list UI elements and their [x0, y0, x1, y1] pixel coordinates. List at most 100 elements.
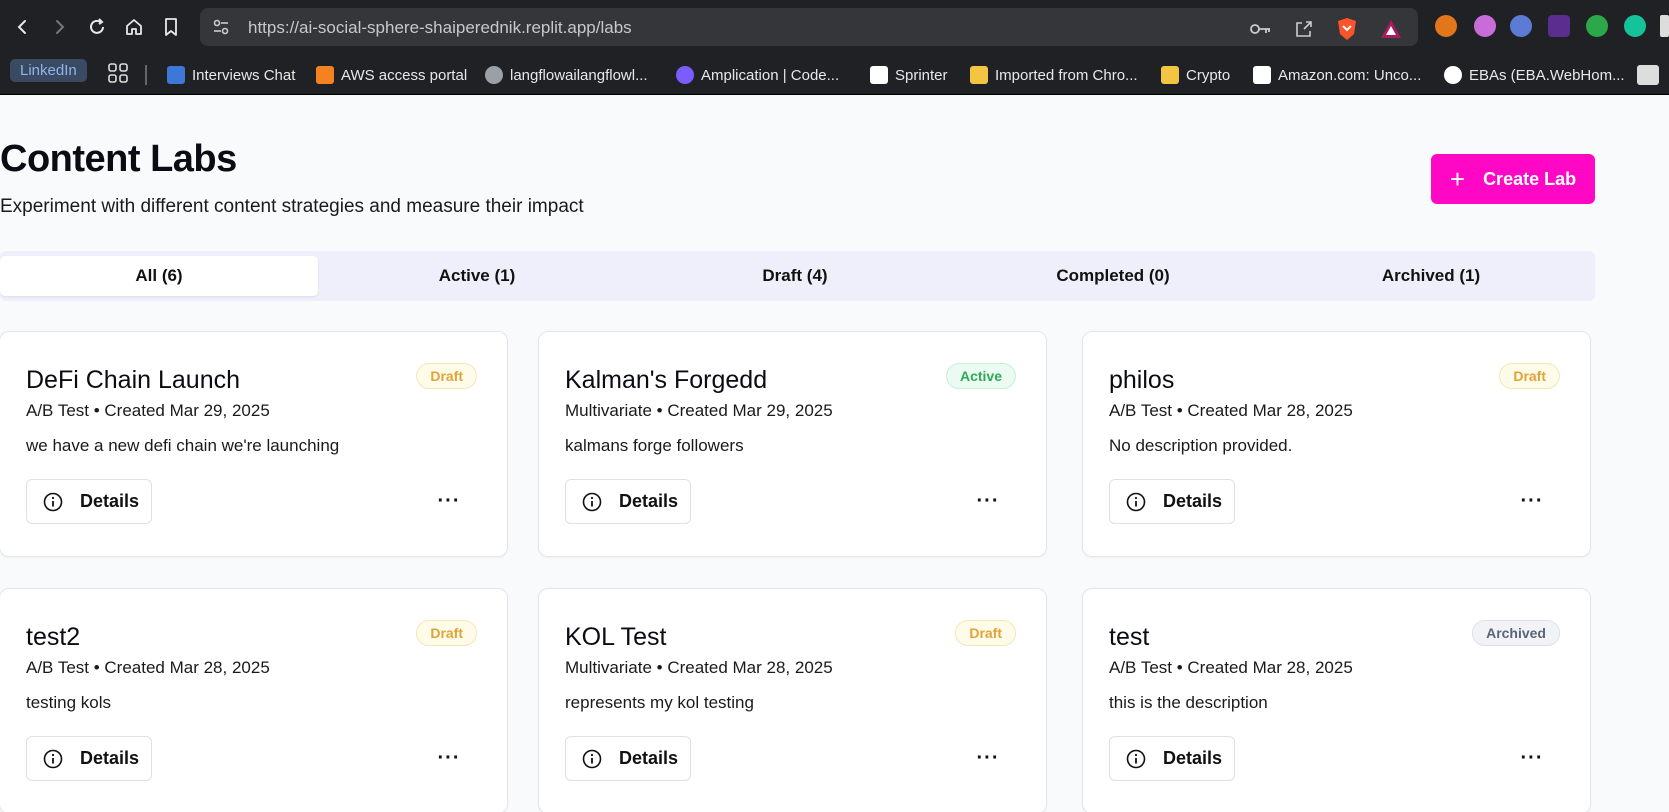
- more-options-icon[interactable]: ···: [435, 487, 463, 515]
- amplication-icon: [676, 66, 694, 84]
- lab-title[interactable]: test2: [26, 623, 80, 652]
- lab-title[interactable]: test: [1109, 623, 1149, 652]
- status-badge: Draft: [416, 363, 477, 389]
- lab-description: kalmans forge followers: [565, 436, 744, 455]
- address-bar[interactable]: https://ai-social-sphere-shaiperednik.re…: [200, 8, 1418, 46]
- bookmark-ebas[interactable]: EBAs (EBA.WebHom...: [1444, 63, 1625, 87]
- status-badge: Archived: [1472, 620, 1560, 646]
- amazon-icon: [1253, 66, 1271, 84]
- details-label: Details: [1163, 748, 1223, 768]
- lab-title[interactable]: Kalman's Forgedd: [565, 366, 767, 395]
- bookmark-icon[interactable]: [157, 13, 185, 41]
- lab-card: philos Draft A/B Test • Created Mar 28, …: [1082, 331, 1591, 557]
- details-button[interactable]: Details: [26, 736, 152, 781]
- details-label: Details: [619, 748, 679, 768]
- share-icon[interactable]: [1294, 19, 1314, 44]
- ebas-icon: [1444, 66, 1462, 84]
- key-icon[interactable]: [1250, 22, 1272, 41]
- extension-icon[interactable]: [1586, 15, 1608, 37]
- bookmark-sprinter[interactable]: Sprinter: [870, 63, 948, 87]
- brave-rewards-icon[interactable]: [1380, 19, 1402, 44]
- lab-card: test2 Draft A/B Test • Created Mar 28, 2…: [0, 588, 508, 812]
- bookmark-aws[interactable]: AWS access portal: [316, 63, 467, 87]
- details-button[interactable]: Details: [1109, 736, 1235, 781]
- page-title: Content Labs: [0, 138, 237, 180]
- details-button[interactable]: Details: [1109, 479, 1235, 524]
- status-badge: Draft: [955, 620, 1016, 646]
- lab-card: Kalman's Forgedd Active Multivariate • C…: [538, 331, 1047, 557]
- lab-title[interactable]: philos: [1109, 366, 1174, 395]
- forward-icon[interactable]: [46, 13, 74, 41]
- lab-title[interactable]: KOL Test: [565, 623, 666, 652]
- details-button[interactable]: Details: [26, 479, 152, 524]
- more-options-icon[interactable]: ···: [435, 744, 463, 772]
- lab-card: test Archived A/B Test • Created Mar 28,…: [1082, 588, 1591, 812]
- bookmark-linkedin[interactable]: LinkedIn: [10, 59, 87, 82]
- extension-icon[interactable]: [1510, 15, 1532, 37]
- lab-description: this is the description: [1109, 693, 1268, 712]
- info-icon: [43, 492, 63, 511]
- extension-icon[interactable]: [1660, 15, 1669, 37]
- metamask-extension-icon[interactable]: [1435, 15, 1457, 37]
- details-label: Details: [1163, 491, 1223, 511]
- site-settings-icon[interactable]: [212, 18, 230, 41]
- bookmark-interviews-chat[interactable]: Interviews Chat: [167, 63, 295, 87]
- tab-completed[interactable]: Completed (0): [954, 256, 1272, 296]
- info-icon: [1126, 492, 1146, 511]
- lab-meta: A/B Test • Created Mar 28, 2025: [26, 658, 270, 677]
- lab-card: KOL Test Draft Multivariate • Created Ma…: [538, 588, 1047, 812]
- bookmark-amplication[interactable]: Amplication | Code...: [676, 63, 839, 87]
- lab-card: DeFi Chain Launch Draft A/B Test • Creat…: [0, 331, 508, 557]
- extension-icon[interactable]: [1474, 15, 1496, 37]
- bookmark-icon[interactable]: [1637, 65, 1659, 85]
- lab-description: we have a new defi chain we're launching: [26, 436, 340, 455]
- status-badge: Active: [945, 363, 1016, 389]
- bookmarks-divider: [145, 65, 147, 85]
- tab-active[interactable]: Active (1): [318, 256, 636, 296]
- more-options-icon[interactable]: ···: [1518, 487, 1546, 515]
- bookmark-amazon[interactable]: Amazon.com: Unco...: [1253, 63, 1421, 87]
- brave-shield-icon[interactable]: [1336, 17, 1358, 46]
- more-options-icon[interactable]: ···: [974, 487, 1002, 515]
- lab-meta: Multivariate • Created Mar 29, 2025: [565, 401, 833, 420]
- plus-icon: +: [1449, 164, 1466, 194]
- tab-all[interactable]: All (6): [0, 256, 318, 296]
- grammarly-icon[interactable]: [1624, 15, 1646, 37]
- status-badge: Draft: [416, 620, 477, 646]
- apps-grid-icon[interactable]: [107, 62, 129, 89]
- home-icon[interactable]: [120, 13, 148, 41]
- lab-meta: Multivariate • Created Mar 28, 2025: [565, 658, 833, 677]
- extension-icon[interactable]: [1548, 15, 1570, 37]
- lab-title[interactable]: DeFi Chain Launch: [26, 366, 240, 395]
- lab-description: represents my kol testing: [565, 693, 754, 712]
- info-icon: [1126, 749, 1146, 768]
- lab-description: No description provided.: [1109, 436, 1293, 455]
- details-label: Details: [80, 748, 140, 768]
- folder-icon: [1161, 66, 1179, 84]
- details-button[interactable]: Details: [565, 736, 691, 781]
- lab-description: testing kols: [26, 693, 112, 712]
- create-lab-button[interactable]: + Create Lab: [1431, 154, 1595, 204]
- url-text[interactable]: https://ai-social-sphere-shaiperednik.re…: [248, 18, 632, 38]
- create-lab-label: Create Lab: [1483, 168, 1577, 189]
- tab-draft[interactable]: Draft (4): [636, 256, 954, 296]
- details-button[interactable]: Details: [565, 479, 691, 524]
- bookmark-folder-crypto[interactable]: Crypto: [1161, 63, 1230, 87]
- bookmark-folder-imported[interactable]: Imported from Chro...: [970, 63, 1138, 87]
- browser-toolbar: https://ai-social-sphere-shaiperednik.re…: [0, 0, 1669, 54]
- chat-icon: [167, 66, 185, 84]
- bookmark-langflow[interactable]: langflowailangflowl...: [485, 63, 648, 87]
- more-options-icon[interactable]: ···: [1518, 744, 1546, 772]
- lab-meta: A/B Test • Created Mar 28, 2025: [1109, 401, 1353, 420]
- globe-icon: [485, 66, 503, 84]
- tab-archived[interactable]: Archived (1): [1272, 256, 1590, 296]
- lab-meta: A/B Test • Created Mar 29, 2025: [26, 401, 270, 420]
- sprinter-icon: [870, 66, 888, 84]
- info-icon: [582, 492, 602, 511]
- back-icon[interactable]: [8, 13, 36, 41]
- reload-icon[interactable]: [83, 13, 111, 41]
- more-options-icon[interactable]: ···: [974, 744, 1002, 772]
- page-subtitle: Experiment with different content strate…: [0, 196, 584, 217]
- bookmarks-bar: LinkedIn Interviews Chat AWS access port…: [0, 54, 1669, 95]
- info-icon: [43, 749, 63, 768]
